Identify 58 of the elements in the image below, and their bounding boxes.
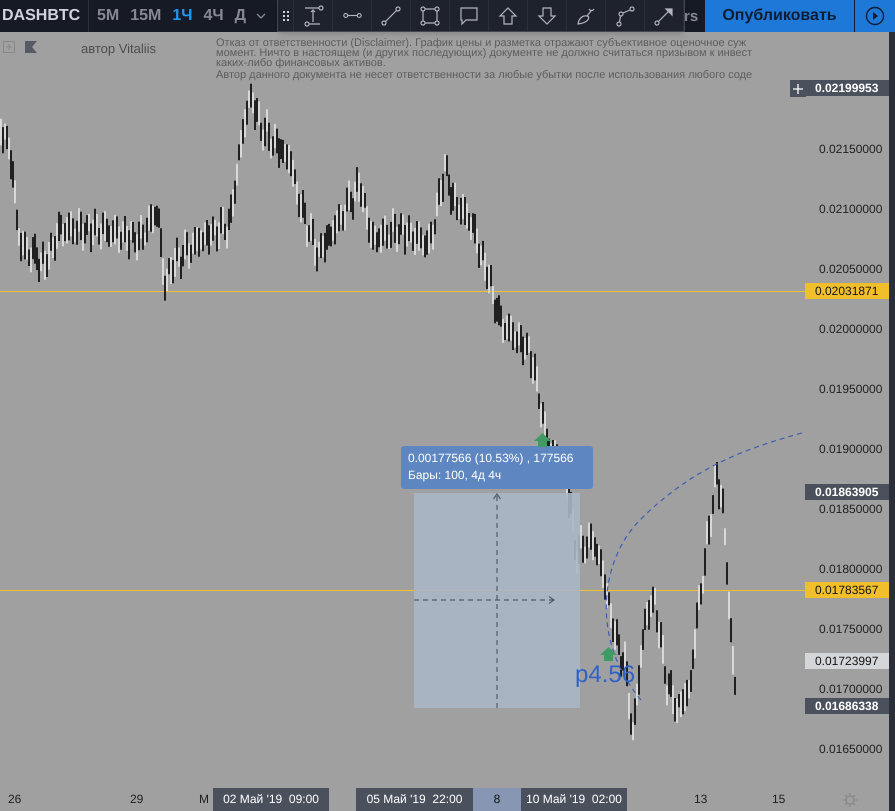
price-tick-label: 0.02100000 <box>819 202 882 216</box>
symbol-name[interactable]: DASHBTC <box>2 4 88 28</box>
disclaimer-text: каких-либо финансовых активов. <box>216 58 386 68</box>
path-icon <box>614 4 636 26</box>
horizontal-line-icon <box>342 13 362 18</box>
flag-icon[interactable] <box>25 41 37 53</box>
interval-tab[interactable]: 4Ч <box>204 4 224 28</box>
drag-handle-icon[interactable] <box>282 10 288 20</box>
price-range-icon <box>302 4 324 26</box>
replay-button[interactable] <box>855 0 895 32</box>
time-label: 8 <box>473 788 521 811</box>
time-tick-label: 15 <box>772 791 786 808</box>
time-tick-label: 13 <box>694 791 708 808</box>
price-tick-label: 0.01700000 <box>819 682 882 696</box>
price-tick-label: 0.02050000 <box>819 262 882 276</box>
interval-tab[interactable]: Д <box>234 4 246 28</box>
disclaimer-text: Отказ от ответственности (Disclaimer). График цены и разметка отражают субъективное оценочное суж <box>216 38 748 48</box>
time-label: 02 Май '19 09:00 <box>213 788 329 811</box>
price-label: 0.02199953 <box>805 80 889 96</box>
rectangle-icon <box>419 4 441 26</box>
price-label: 0.01863905 <box>805 484 889 500</box>
author-label: автор Vitaliis <box>81 40 156 58</box>
price-tick-label: 0.01800000 <box>819 562 882 576</box>
price-tick-label: 0.02150000 <box>819 142 882 156</box>
price-tick-label: 0.01900000 <box>819 442 882 456</box>
chevron-down-icon[interactable] <box>256 13 266 19</box>
disclaimer-text: момент. Ничто в настоящем (и других последующих) документе не должно считаться призывом к инвест <box>216 48 754 58</box>
time-label: 05 Май '19 22:00 <box>356 788 473 811</box>
arrow-marker <box>600 647 617 661</box>
interval-tab[interactable]: 15M <box>130 4 162 28</box>
price-tick-label: 0.01850000 <box>819 502 882 516</box>
arrow-marker <box>534 433 551 447</box>
price-label: 0.02031871 <box>805 283 889 299</box>
plus-icon <box>793 84 803 94</box>
price-tick-label: 0.01750000 <box>819 622 882 636</box>
price-label: 0.01783567 <box>805 582 889 598</box>
interval-tab[interactable]: 5M <box>97 4 120 28</box>
price-change-text: 0.00177566 (10.53%) , 177566 <box>408 450 574 467</box>
price-label: 0.01723997 <box>805 653 889 669</box>
time-label: 10 Май '19 02:00 <box>521 788 627 811</box>
time-tick-label: 29 <box>130 791 144 808</box>
disclaimer-text: Автор данного документа не несет ответственности за любые убытки после использования любого соде <box>216 70 754 80</box>
price-tick-label: 0.01950000 <box>819 382 882 396</box>
arrow-down-icon <box>536 4 558 26</box>
callout-icon <box>458 4 480 26</box>
publish-button[interactable]: Опубликовать <box>705 0 854 32</box>
interval-tab[interactable]: 1Ч <box>172 4 192 28</box>
price-tick-label: 0.01650000 <box>819 742 882 756</box>
price-label: 0.01686338 <box>805 698 889 714</box>
time-tick-label: М <box>199 791 209 808</box>
bars-count-text: Бары: 100, 4д 4ч <box>408 467 502 484</box>
time-tick-label: 26 <box>8 791 22 808</box>
crosshair-add-button[interactable] <box>790 80 806 97</box>
price-tick-label: 0.02000000 <box>819 322 882 336</box>
trend-line-icon <box>380 4 402 26</box>
play-icon <box>865 6 885 26</box>
toolbar-text[interactable]: rs <box>684 6 698 28</box>
arrow-up-icon <box>497 4 519 26</box>
